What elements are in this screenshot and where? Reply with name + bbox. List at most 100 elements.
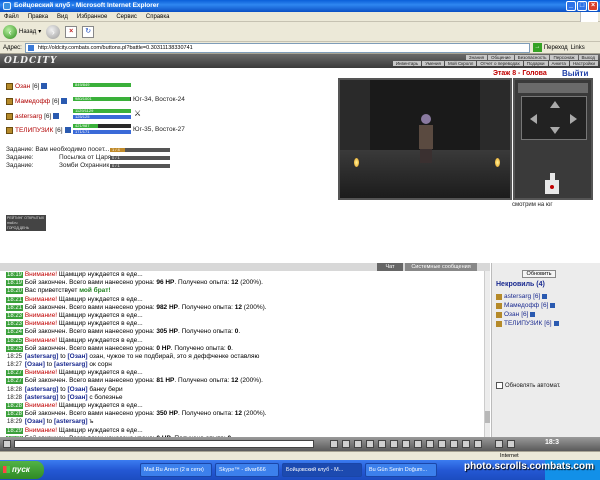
menu-tools[interactable]: Сервис bbox=[116, 12, 137, 21]
smiley-icon[interactable] bbox=[3, 440, 11, 448]
nav-skills[interactable]: Умения bbox=[422, 61, 444, 66]
chat-scrollbar[interactable] bbox=[484, 271, 490, 437]
chat-sender[interactable]: [Озан] bbox=[25, 418, 45, 425]
color-icon[interactable] bbox=[378, 440, 386, 448]
location-player[interactable]: Мамедофф [6] bbox=[496, 302, 556, 309]
chat-timestamp[interactable]: 18:27 bbox=[6, 362, 23, 368]
refresh-button[interactable]: ↻ bbox=[82, 24, 95, 39]
chat-timestamp[interactable]: 18:25 bbox=[6, 337, 24, 344]
location-player[interactable]: astersarg [6] bbox=[496, 293, 548, 300]
go-button[interactable]: → Переход bbox=[532, 43, 568, 52]
location-player[interactable]: ТЕЛИПУЗИК [6] bbox=[496, 320, 559, 327]
chat-timestamp[interactable]: 18:28 bbox=[6, 403, 24, 409]
chat-timestamp[interactable]: 18:21 bbox=[6, 304, 24, 311]
taskbar-item-browser[interactable]: Бойцовский клуб - M... bbox=[282, 463, 362, 477]
chat-recipient[interactable]: [Озан] bbox=[67, 353, 87, 360]
info-icon[interactable] bbox=[64, 127, 71, 133]
chat-sender[interactable]: [astersarg] bbox=[25, 386, 59, 393]
back-button[interactable]: ‹ Назад ▾ bbox=[3, 24, 41, 39]
party-member[interactable]: ТЕЛИПУЗИК [6] bbox=[6, 125, 71, 135]
chat-timestamp[interactable]: 18:25 bbox=[6, 345, 24, 352]
hide-icon[interactable] bbox=[495, 440, 503, 448]
party-member[interactable]: Мамедофф [6] bbox=[6, 96, 68, 106]
player-name[interactable]: ТЕЛИПУЗИК bbox=[15, 127, 53, 134]
chat-timestamp[interactable]: 18:19 bbox=[6, 280, 24, 287]
quest-task[interactable]: Задание: Зомби Охранник 0 / 1 bbox=[6, 162, 170, 169]
chat-sender[interactable]: [astersarg] bbox=[25, 353, 59, 360]
player-name[interactable]: Озан bbox=[504, 311, 519, 318]
friends-icon[interactable] bbox=[450, 440, 458, 448]
nav-communication[interactable]: Общение bbox=[488, 55, 514, 60]
nav-inventory[interactable]: Инвентарь bbox=[392, 61, 422, 66]
exit-link[interactable]: Выйти bbox=[562, 69, 588, 78]
links-button[interactable]: Links bbox=[571, 45, 585, 51]
player-name[interactable]: astersarg bbox=[15, 113, 42, 120]
nav-exit[interactable]: Выход bbox=[578, 55, 598, 60]
turn-right-button[interactable] bbox=[570, 114, 577, 124]
location-player[interactable]: Озан [6] bbox=[496, 311, 536, 318]
taskbar-item-skype[interactable]: Skype™ - dlvar666 bbox=[215, 463, 279, 477]
translit-icon[interactable] bbox=[366, 440, 374, 448]
nav-character[interactable]: Персонаж bbox=[550, 55, 578, 60]
chat-input[interactable] bbox=[14, 440, 314, 448]
chat-timestamp[interactable]: 18:20 bbox=[6, 288, 24, 295]
settings-icon[interactable] bbox=[426, 440, 434, 448]
chat-recipient[interactable]: [astersarg] bbox=[54, 361, 88, 368]
start-button[interactable]: пуск bbox=[0, 461, 44, 479]
rating-banner[interactable]: РЕЙТИНГ ОТКРЫТЫХ mail.ru ГОРОД ДЕНЬ bbox=[6, 215, 46, 231]
info-icon[interactable] bbox=[553, 321, 559, 326]
nav-knowledge[interactable]: Знания bbox=[465, 55, 488, 60]
auto-refresh-checkbox[interactable] bbox=[496, 382, 503, 389]
chat-recipient[interactable]: [astersarg] bbox=[54, 418, 88, 425]
info-icon[interactable] bbox=[61, 98, 68, 104]
info-icon[interactable] bbox=[542, 294, 548, 299]
chat-timestamp[interactable]: 18:21 bbox=[6, 296, 24, 303]
nav-my-scroll[interactable]: Мой Скролл bbox=[444, 61, 477, 66]
chat-timestamp[interactable]: 18:29 bbox=[6, 427, 24, 434]
menu-edit[interactable]: Правка bbox=[28, 12, 48, 21]
nav-gifts[interactable]: Подарки bbox=[523, 61, 548, 66]
player-name[interactable]: Мамедофф bbox=[504, 302, 539, 309]
chat-timestamp[interactable]: 18:19 bbox=[6, 272, 24, 278]
info-icon[interactable] bbox=[530, 312, 536, 317]
taskbar-item-media[interactable]: Bu Gün Senin Doğum... bbox=[365, 463, 437, 477]
chat-timestamp[interactable]: 18:24 bbox=[6, 329, 24, 336]
tab-system-messages[interactable]: Системные сообщения bbox=[405, 263, 477, 271]
info-icon[interactable] bbox=[41, 83, 48, 89]
quest-task[interactable]: Задание: Посылка от Царя 0 / 1 bbox=[6, 154, 170, 161]
monster-figure[interactable] bbox=[418, 114, 434, 164]
chat-sender[interactable]: [Озан] bbox=[25, 361, 45, 368]
menu-favorites[interactable]: Избранное bbox=[77, 12, 107, 21]
crossed-swords-icon[interactable]: ⚔ bbox=[134, 109, 141, 118]
chat-recipient[interactable]: [Озан] bbox=[67, 386, 87, 393]
sound-icon[interactable] bbox=[414, 440, 422, 448]
info-icon[interactable] bbox=[550, 303, 556, 308]
stop-button[interactable]: × bbox=[65, 24, 78, 39]
player-name[interactable]: ТЕЛИПУЗИК bbox=[504, 320, 542, 327]
private-icon[interactable] bbox=[402, 440, 410, 448]
chat-timestamp[interactable]: 18:28 bbox=[6, 387, 23, 393]
ignore-icon[interactable] bbox=[462, 440, 470, 448]
chat-timestamp[interactable]: 18:23 bbox=[6, 321, 24, 328]
chat-timestamp[interactable]: 18:27 bbox=[6, 370, 24, 377]
party-member[interactable]: Озан [6] bbox=[6, 81, 48, 91]
quest-task[interactable]: Задание: Вам необходимо посет... 1 / 4 bbox=[6, 146, 170, 153]
chat-timestamp[interactable]: 18:25 bbox=[6, 354, 23, 360]
chat-timestamp[interactable]: 18:28 bbox=[6, 411, 24, 418]
nav-security[interactable]: Безопасность bbox=[514, 55, 550, 60]
log-icon[interactable] bbox=[438, 440, 446, 448]
nav-transfers[interactable]: Отчет о переводах bbox=[477, 61, 523, 66]
dungeon-view[interactable] bbox=[338, 78, 512, 200]
move-forward-button[interactable] bbox=[550, 101, 560, 108]
chat-sender[interactable]: [astersarg] bbox=[25, 394, 59, 401]
chat-timestamp[interactable]: 18:28 bbox=[6, 395, 23, 401]
chat-timestamp[interactable]: 18:23 bbox=[6, 312, 24, 319]
menu-view[interactable]: Вид bbox=[57, 12, 68, 21]
clear-icon[interactable] bbox=[342, 440, 350, 448]
map-icon[interactable] bbox=[474, 440, 482, 448]
player-name[interactable]: Мамедофф bbox=[15, 98, 50, 105]
refresh-list-button[interactable]: Обновить bbox=[522, 270, 556, 278]
address-input[interactable]: http://oldcity.combats.com/buttons.pl?ba… bbox=[24, 42, 530, 53]
taskbar-item-mail-agent[interactable]: Mail.Ru Агент (2 в сети) bbox=[140, 463, 212, 477]
chat-recipient[interactable]: [Озан] bbox=[67, 394, 87, 401]
